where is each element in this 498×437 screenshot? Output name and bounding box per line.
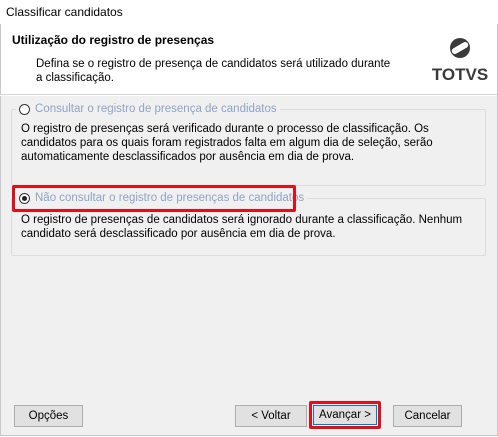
option-consult-description: O registro de presenças será verificado … bbox=[21, 123, 433, 163]
radio-button-icon[interactable] bbox=[19, 103, 30, 115]
annotation-highlight-next bbox=[309, 401, 381, 429]
totvs-logo: TOTVS bbox=[430, 36, 490, 86]
header-title: Utilização do registro de presenças bbox=[12, 33, 215, 47]
option-not-consult-description: O registro de presenças de candidatos se… bbox=[21, 214, 463, 240]
radio-consult[interactable]: Consultar o registro de presença de cand… bbox=[16, 101, 280, 117]
back-button[interactable]: < Voltar bbox=[235, 405, 307, 427]
totvs-logo-icon: TOTVS bbox=[432, 38, 488, 84]
options-button[interactable]: Opções bbox=[14, 405, 83, 427]
cancel-button[interactable]: Cancelar bbox=[393, 405, 462, 427]
header-description: Defina se o registro de presença de cand… bbox=[36, 58, 391, 84]
annotation-highlight-option bbox=[12, 185, 296, 212]
window-title: Classificar candidatos bbox=[6, 5, 123, 19]
logo-text: TOTVS bbox=[432, 65, 488, 84]
header-separator-highlight bbox=[0, 95, 497, 96]
radio-consult-label[interactable]: Consultar o registro de presença de cand… bbox=[35, 103, 277, 115]
